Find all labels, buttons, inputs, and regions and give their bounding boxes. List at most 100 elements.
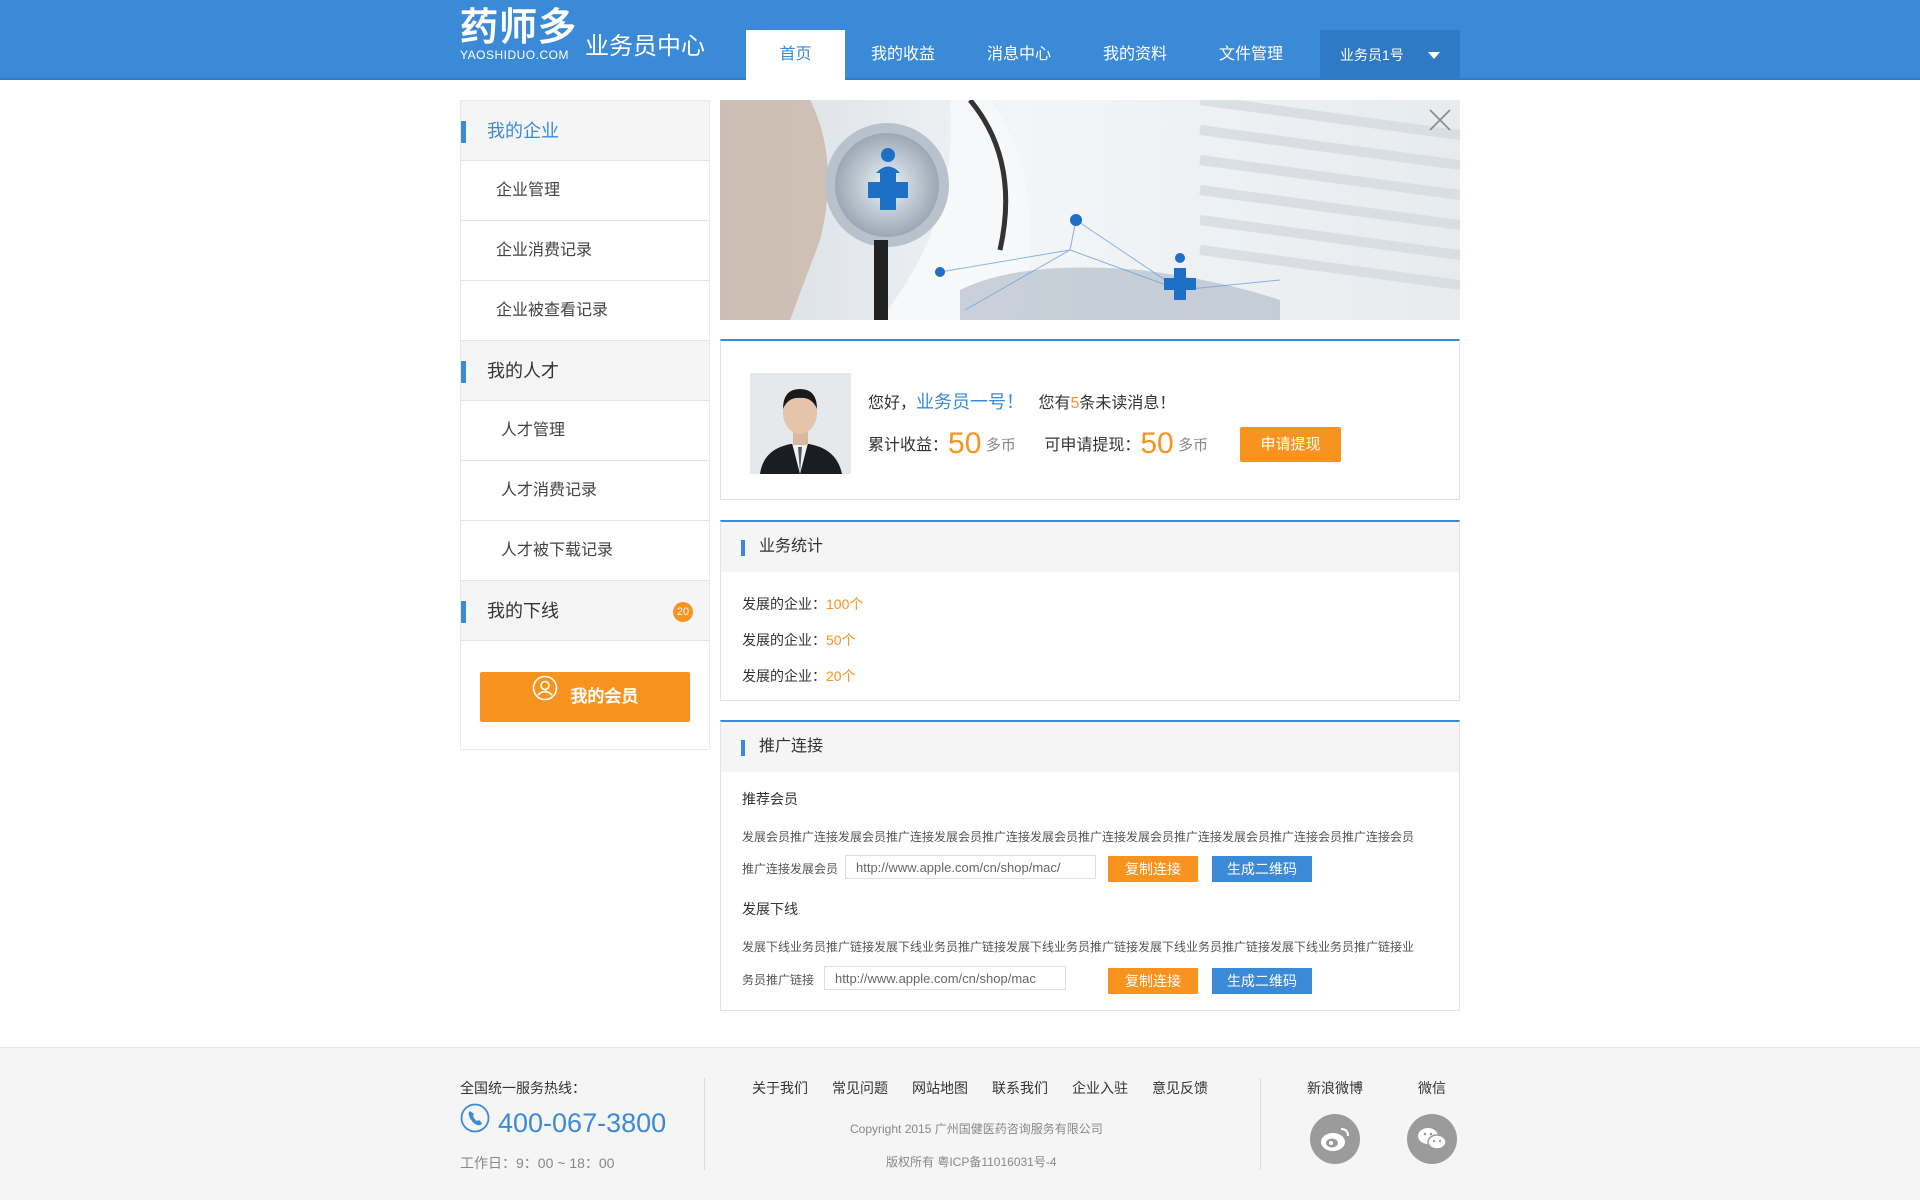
footer: 全国统一服务热线： 400-067-3800 工作日：9：00 ~ 18：00 … [0, 1047, 1920, 1200]
wechat-label: 微信 [1418, 1080, 1446, 1096]
stat-label: 发展的企业： [742, 596, 826, 612]
user-menu[interactable]: 业务员1号 [1320, 30, 1460, 80]
site-logo[interactable]: 药师多 YAOSHIDUO.COM [460, 6, 577, 62]
nav-profile[interactable]: 我的资料 [1077, 30, 1193, 80]
footer-link-feedback[interactable]: 意见反馈 [1152, 1078, 1208, 1098]
my-members-label: 我的会员 [570, 687, 639, 706]
sidebar-group-label: 我的人才 [487, 361, 559, 381]
main-nav: 首页 我的收益 消息中心 我的资料 文件管理 [746, 30, 1309, 80]
total-earnings-unit: 多币 [985, 437, 1016, 454]
sidebar-group-company[interactable]: 我的企业 [461, 101, 709, 161]
header-marker [741, 540, 745, 556]
hotline-label: 全国统一服务热线： [460, 1080, 586, 1096]
weibo-icon [1310, 1114, 1360, 1164]
stat-value: 100个 [826, 596, 864, 612]
profile-card: 您好，业务员一号！ 您有5条未读消息！ 累计收益：50 多币 可申请提现：50 … [720, 339, 1460, 500]
hotline-number: 400-067-3800 [498, 1108, 667, 1138]
banner-image [720, 100, 1460, 320]
group-marker [461, 121, 466, 143]
logo-subtext: YAOSHIDUO.COM [460, 48, 569, 62]
downline-promo-title: 发展下线 [742, 901, 798, 917]
group-marker [461, 361, 466, 383]
member-qr-button[interactable]: 生成二维码 [1212, 856, 1312, 882]
downline-promo-desc: 发展下线业务员推广链接发展下线业务员推广链接发展下线业务员推广链接发展下线业务员… [742, 940, 1415, 954]
stat-label: 发展的企业： [742, 668, 826, 684]
footer-link-about[interactable]: 关于我们 [752, 1078, 808, 1098]
member-link-input[interactable] [845, 855, 1096, 879]
withdraw-button[interactable]: 申请提现 [1240, 427, 1341, 462]
sidebar-item-company-consumption[interactable]: 企业消费记录 [461, 221, 709, 281]
sidebar-item-company-views[interactable]: 企业被查看记录 [461, 281, 709, 341]
stat-value: 20个 [826, 668, 856, 684]
downline-count-badge: 20 [673, 602, 693, 622]
sidebar-group-talent[interactable]: 我的人才 [461, 341, 709, 401]
earnings-summary: 累计收益：50 多币 可申请提现：50 多币 [868, 427, 1208, 461]
sidebar-group-label: 我的企业 [487, 121, 559, 141]
copyright-text: Copyright 2015 广州国健医药咨询服务有限公司 [850, 1122, 1103, 1136]
sidebar-group-downline[interactable]: 我的下线 20 [461, 581, 709, 641]
stat-row: 发展的企业：100个 [742, 594, 863, 614]
card-header: 业务统计 [721, 522, 1459, 572]
sidebar-item-talent-consumption[interactable]: 人才消费记录 [461, 461, 709, 521]
logo-text: 药师多 [460, 7, 578, 49]
nav-home[interactable]: 首页 [746, 30, 845, 80]
nav-earnings[interactable]: 我的收益 [845, 30, 961, 80]
my-members-button[interactable]: 我的会员 [480, 672, 690, 722]
sidebar: 我的企业 企业管理 企业消费记录 企业被查看记录 我的人才 人才管理 人才消费记… [460, 100, 710, 750]
footer-divider [704, 1078, 705, 1170]
total-earnings-label: 累计收益： [868, 437, 949, 454]
user-display-name: 业务员一号！ [916, 392, 1025, 412]
footer-link-contact[interactable]: 联系我们 [992, 1078, 1048, 1098]
card-header: 推广连接 [721, 722, 1459, 772]
footer-link-join[interactable]: 企业入驻 [1072, 1078, 1128, 1098]
sidebar-item-company-manage[interactable]: 企业管理 [461, 161, 709, 221]
footer-link-sitemap[interactable]: 网站地图 [912, 1078, 968, 1098]
total-earnings-value: 50 [948, 427, 982, 460]
unread-prefix: 您有 [1038, 395, 1071, 412]
promotion-links-card: 推广连接 推荐会员 发展会员推广连接发展会员推广连接发展会员推广连接发展会员推广… [720, 720, 1460, 1011]
weibo-label: 新浪微博 [1307, 1080, 1363, 1096]
downline-promo-desc-cont: 务员推广链接 [742, 973, 815, 987]
wechat-link[interactable]: 微信 [1402, 1078, 1462, 1164]
greeting-text: 您好，业务员一号！ 您有5条未读消息！ [868, 388, 1175, 414]
phone-icon [460, 1103, 490, 1140]
downline-qr-button[interactable]: 生成二维码 [1212, 968, 1312, 994]
card-title: 推广连接 [759, 738, 824, 755]
stat-row: 发展的企业：20个 [742, 666, 856, 686]
card-title: 业务统计 [759, 538, 824, 555]
weibo-link[interactable]: 新浪微博 [1305, 1078, 1365, 1164]
nav-files[interactable]: 文件管理 [1193, 30, 1309, 80]
member-promo-title: 推荐会员 [742, 791, 798, 807]
footer-links: 关于我们 常见问题 网站地图 联系我们 企业入驻 意见反馈 [752, 1078, 1208, 1098]
member-promo-desc: 发展会员推广连接发展会员推广连接发展会员推广连接发展会员推广连接发展会员推广连接… [742, 830, 1415, 844]
site-title: 业务员中心 [585, 33, 705, 60]
footer-divider [1260, 1078, 1261, 1170]
wechat-icon [1407, 1114, 1457, 1164]
footer-link-faq[interactable]: 常见问题 [832, 1078, 888, 1098]
downline-copy-link-button[interactable]: 复制连接 [1108, 968, 1198, 994]
sidebar-group-label: 我的下线 [487, 601, 559, 621]
member-copy-link-button[interactable]: 复制连接 [1108, 856, 1198, 882]
withdrawable-value: 50 [1140, 427, 1174, 460]
withdrawable-label: 可申请提现： [1044, 437, 1141, 454]
sidebar-item-talent-manage[interactable]: 人才管理 [461, 401, 709, 461]
working-hours: 工作日：9：00 ~ 18：00 [460, 1155, 615, 1171]
icp-text: 版权所有 粤ICP备11016031号-4 [886, 1155, 1057, 1169]
user-name: 业务员1号 [1340, 47, 1404, 63]
member-promo-desc-cont: 推广连接发展会员 [742, 862, 839, 876]
withdrawable-unit: 多币 [1178, 437, 1209, 454]
top-header: 药师多 YAOSHIDUO.COM 业务员中心 首页 我的收益 消息中心 我的资… [0, 0, 1920, 80]
close-icon[interactable] [1428, 108, 1452, 132]
greeting-prefix: 您好， [868, 395, 917, 412]
sidebar-item-talent-downloads[interactable]: 人才被下载记录 [461, 521, 709, 581]
avatar [750, 373, 851, 474]
downline-link-input[interactable] [824, 966, 1066, 990]
chevron-down-icon [1428, 52, 1440, 59]
unread-suffix: 条未读消息！ [1079, 395, 1176, 412]
stat-label: 发展的企业： [742, 632, 826, 648]
user-icon [532, 671, 558, 721]
stat-value: 50个 [826, 632, 856, 648]
hotline-phone: 400-067-3800 [460, 1103, 667, 1140]
nav-messages[interactable]: 消息中心 [961, 30, 1077, 80]
header-marker [741, 740, 745, 756]
